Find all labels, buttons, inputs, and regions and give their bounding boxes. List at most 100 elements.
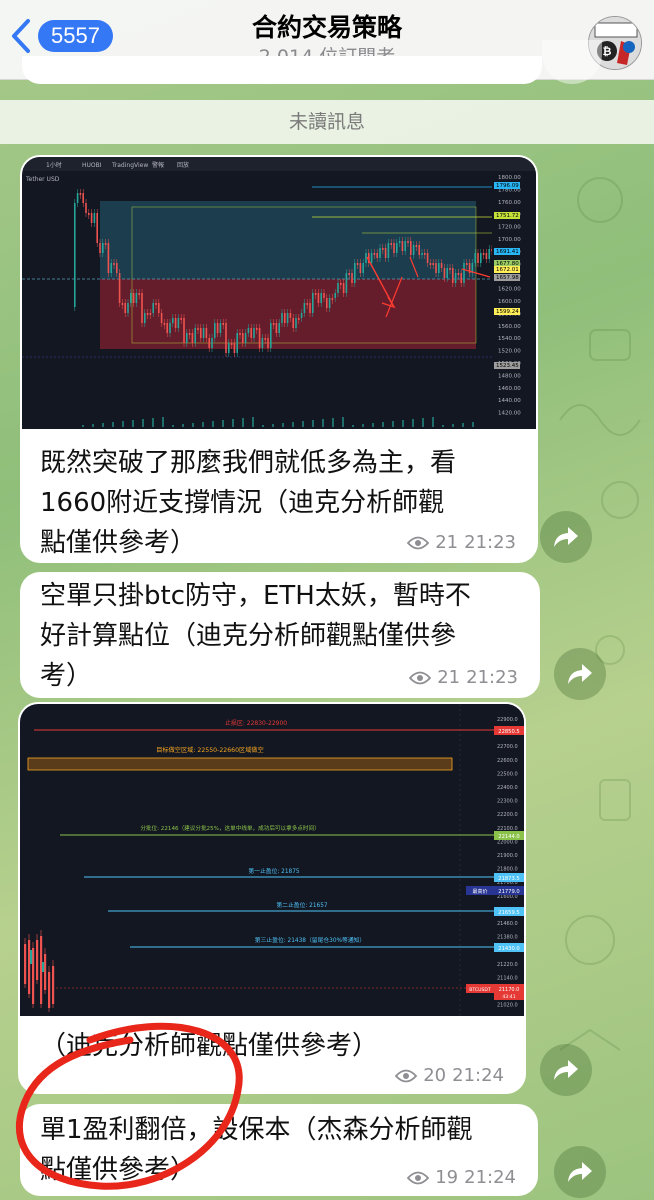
tp2-label: 第二止盈位: 21657 xyxy=(276,901,328,909)
forward-button[interactable] xyxy=(540,511,592,563)
forward-button[interactable] xyxy=(540,1044,592,1096)
tp3-label: 第三止盈位: 21438（留尾仓30%等通知） xyxy=(255,936,365,944)
share-arrow-icon xyxy=(568,664,592,684)
chart1-price-tick: 1520.00 xyxy=(498,349,521,355)
tp2-tag: 21659.5 xyxy=(498,910,519,916)
chart2-price-tick: 22700.0 xyxy=(497,744,518,750)
chart1-price-tick: 1620.00 xyxy=(498,287,521,293)
eye-icon xyxy=(407,536,430,549)
chart2-price-tick: 22000.0 xyxy=(497,839,518,845)
message-time: 21:24 xyxy=(452,1065,504,1086)
chart1-toolbar-exchange: HUOBI xyxy=(82,162,102,169)
message-time: 21:23 xyxy=(466,667,518,688)
target-zone-label: 目标做空区域: 22550-22660区域做空 xyxy=(156,746,264,754)
forward-button[interactable] xyxy=(554,1146,606,1198)
stop-loss-tag: 22850.5 xyxy=(498,729,519,735)
chart2-price-tick: 21020.0 xyxy=(497,1003,518,1009)
message-meta: 20 21:24 xyxy=(395,1065,504,1086)
svg-text:₿: ₿ xyxy=(603,45,612,58)
chart1-pair-label: Tether USD xyxy=(25,176,60,183)
eye-icon xyxy=(409,671,432,684)
message-meta: 21 21:23 xyxy=(407,532,516,553)
message-line: 既然突破了那麼我們就低多為主，看 xyxy=(40,448,457,478)
chart1-price-tag: 1523.45 xyxy=(496,363,519,369)
chart2-price-tick: 22500.0 xyxy=(497,771,518,777)
chart2-price-tick: 21900.0 xyxy=(497,853,518,859)
chart2-price-tick: 22400.0 xyxy=(497,785,518,791)
message-bubble[interactable]: 1小时 HUOBI TradingView 警報 回放 Tether USD 1… xyxy=(20,155,538,563)
last-price-tag: 21170.0 xyxy=(499,987,520,993)
partial-tag: 22144.0 xyxy=(498,834,519,840)
last-price-name: BTCUSDT xyxy=(469,987,491,993)
message-line: 單1盈利翻倍，設保本（杰森分析師觀 xyxy=(40,1115,473,1145)
chart2-price-tick: 22100.0 xyxy=(497,826,518,832)
message-line: 好計算點位（迪克分析師觀點僅供參 xyxy=(40,621,457,651)
message-meta: 21 21:23 xyxy=(409,667,518,688)
chart1-price-tick: 1560.00 xyxy=(498,324,521,330)
chart1-price-tick: 1460.00 xyxy=(498,386,521,392)
eth-price-chart: 1小时 HUOBI TradingView 警報 回放 Tether USD 1… xyxy=(22,157,536,429)
message-photo[interactable]: 1小时 HUOBI TradingView 警報 回放 Tether USD 1… xyxy=(22,157,536,429)
chart2-price-tick: 22300.0 xyxy=(497,799,518,805)
tp1-label: 第一止盈位: 21875 xyxy=(248,867,300,875)
tp1-tag: 21873.5 xyxy=(498,876,519,882)
message-text: （迪克分析師觀點僅供參考） xyxy=(18,1026,526,1066)
message-meta: 19 21:24 xyxy=(407,1167,516,1188)
chart2-price-tick: 22200.0 xyxy=(497,812,518,818)
channel-title[interactable]: 合約交易策略 xyxy=(0,8,654,44)
chart2-price-tick: 21140.0 xyxy=(497,975,518,981)
tp3-tag: 21430.0 xyxy=(498,946,519,952)
share-arrow-icon xyxy=(554,527,578,547)
share-arrow-icon xyxy=(568,1162,592,1182)
chart1-price-tick: 1700.00 xyxy=(498,237,521,243)
chart1-price-tick: 1420.00 xyxy=(498,411,521,417)
chart1-price-tick: 1800.00 xyxy=(498,175,521,181)
share-arrow-icon xyxy=(554,1060,578,1080)
chart1-price-tick: 1760.00 xyxy=(498,200,521,206)
view-count: 21 xyxy=(437,667,461,688)
chart1-price-tick: 1720.00 xyxy=(498,225,521,231)
eye-icon xyxy=(407,1171,430,1184)
unread-messages-divider: 未讀訊息 xyxy=(0,100,654,144)
chart2-price-tick: 22600.0 xyxy=(497,758,518,764)
chart1-price-tick: 1440.00 xyxy=(498,398,521,404)
current-tag: 21779.0 xyxy=(498,889,519,895)
chart1-price-tag: 1599.24 xyxy=(496,309,519,315)
message-time: 21:24 xyxy=(464,1167,516,1188)
chart1-price-tick: 1480.00 xyxy=(498,373,521,379)
chart1-toolbar-timeframe: 1小时 xyxy=(46,161,62,169)
message-line: （迪克分析師觀點僅供參考） xyxy=(40,1031,379,1061)
last-price-countdown: 43:41 xyxy=(502,994,515,1000)
chart2-price-tick: 21380.0 xyxy=(497,935,518,941)
btc-price-chart: 止损区: 22830-22900 目标做空区域: 22550-22660区域做空… xyxy=(20,704,524,1016)
message-time: 21:23 xyxy=(464,532,516,553)
message-bubble[interactable]: 止损区: 22830-22900 目标做空区域: 22550-22660区域做空… xyxy=(18,702,526,1094)
chart1-toolbar-alert: 警報 xyxy=(152,161,164,169)
chart1-price-tag: 1657.98 xyxy=(496,275,519,281)
chart1-toolbar-replay: 回放 xyxy=(177,161,189,169)
chart1-price-tag: 1796.09 xyxy=(496,183,519,189)
message-line: 1660附近支撐情況（迪克分析師觀 xyxy=(40,488,445,518)
view-count: 19 xyxy=(435,1167,459,1188)
forward-button[interactable] xyxy=(554,648,606,700)
chart1-toolbar-brand: TradingView xyxy=(111,162,148,169)
previous-message-bubble xyxy=(22,56,542,84)
eye-icon xyxy=(395,1069,418,1082)
current-label: 最高价 xyxy=(472,888,487,895)
message-bubble[interactable]: 單1盈利翻倍，設保本（杰森分析師觀 點僅供參考） 19 21:24 xyxy=(20,1104,538,1196)
message-bubble[interactable]: 空單只掛btc防守，ETH太妖，暫時不 好計算點位（迪克分析師觀點僅供參 考） … xyxy=(20,572,540,698)
chart2-price-tick: 21220.0 xyxy=(497,962,518,968)
stop-loss-label: 止损区: 22830-22900 xyxy=(225,719,287,727)
chart1-price-tag: 1672.01 xyxy=(496,267,519,273)
chart1-price-tag: 1691.41 xyxy=(496,249,519,255)
chart2-price-tick: 22900.0 xyxy=(497,717,518,723)
chart1-price-tag: 1751.72 xyxy=(496,213,519,219)
chart1-price-tick: 1540.00 xyxy=(498,336,521,342)
chart2-price-tick: 21800.0 xyxy=(497,867,518,873)
chart1-price-tick: 1600.00 xyxy=(498,299,521,305)
partial-exit-label: 分批位: 22146（建议分批25%，这单中线单，成功后可以拿多点时间） xyxy=(140,824,319,832)
chart2-price-tick: 21460.0 xyxy=(497,921,518,927)
view-count: 20 xyxy=(423,1065,447,1086)
view-count: 21 xyxy=(435,532,459,553)
message-photo[interactable]: 止损区: 22830-22900 目标做空区域: 22550-22660区域做空… xyxy=(20,704,524,1016)
